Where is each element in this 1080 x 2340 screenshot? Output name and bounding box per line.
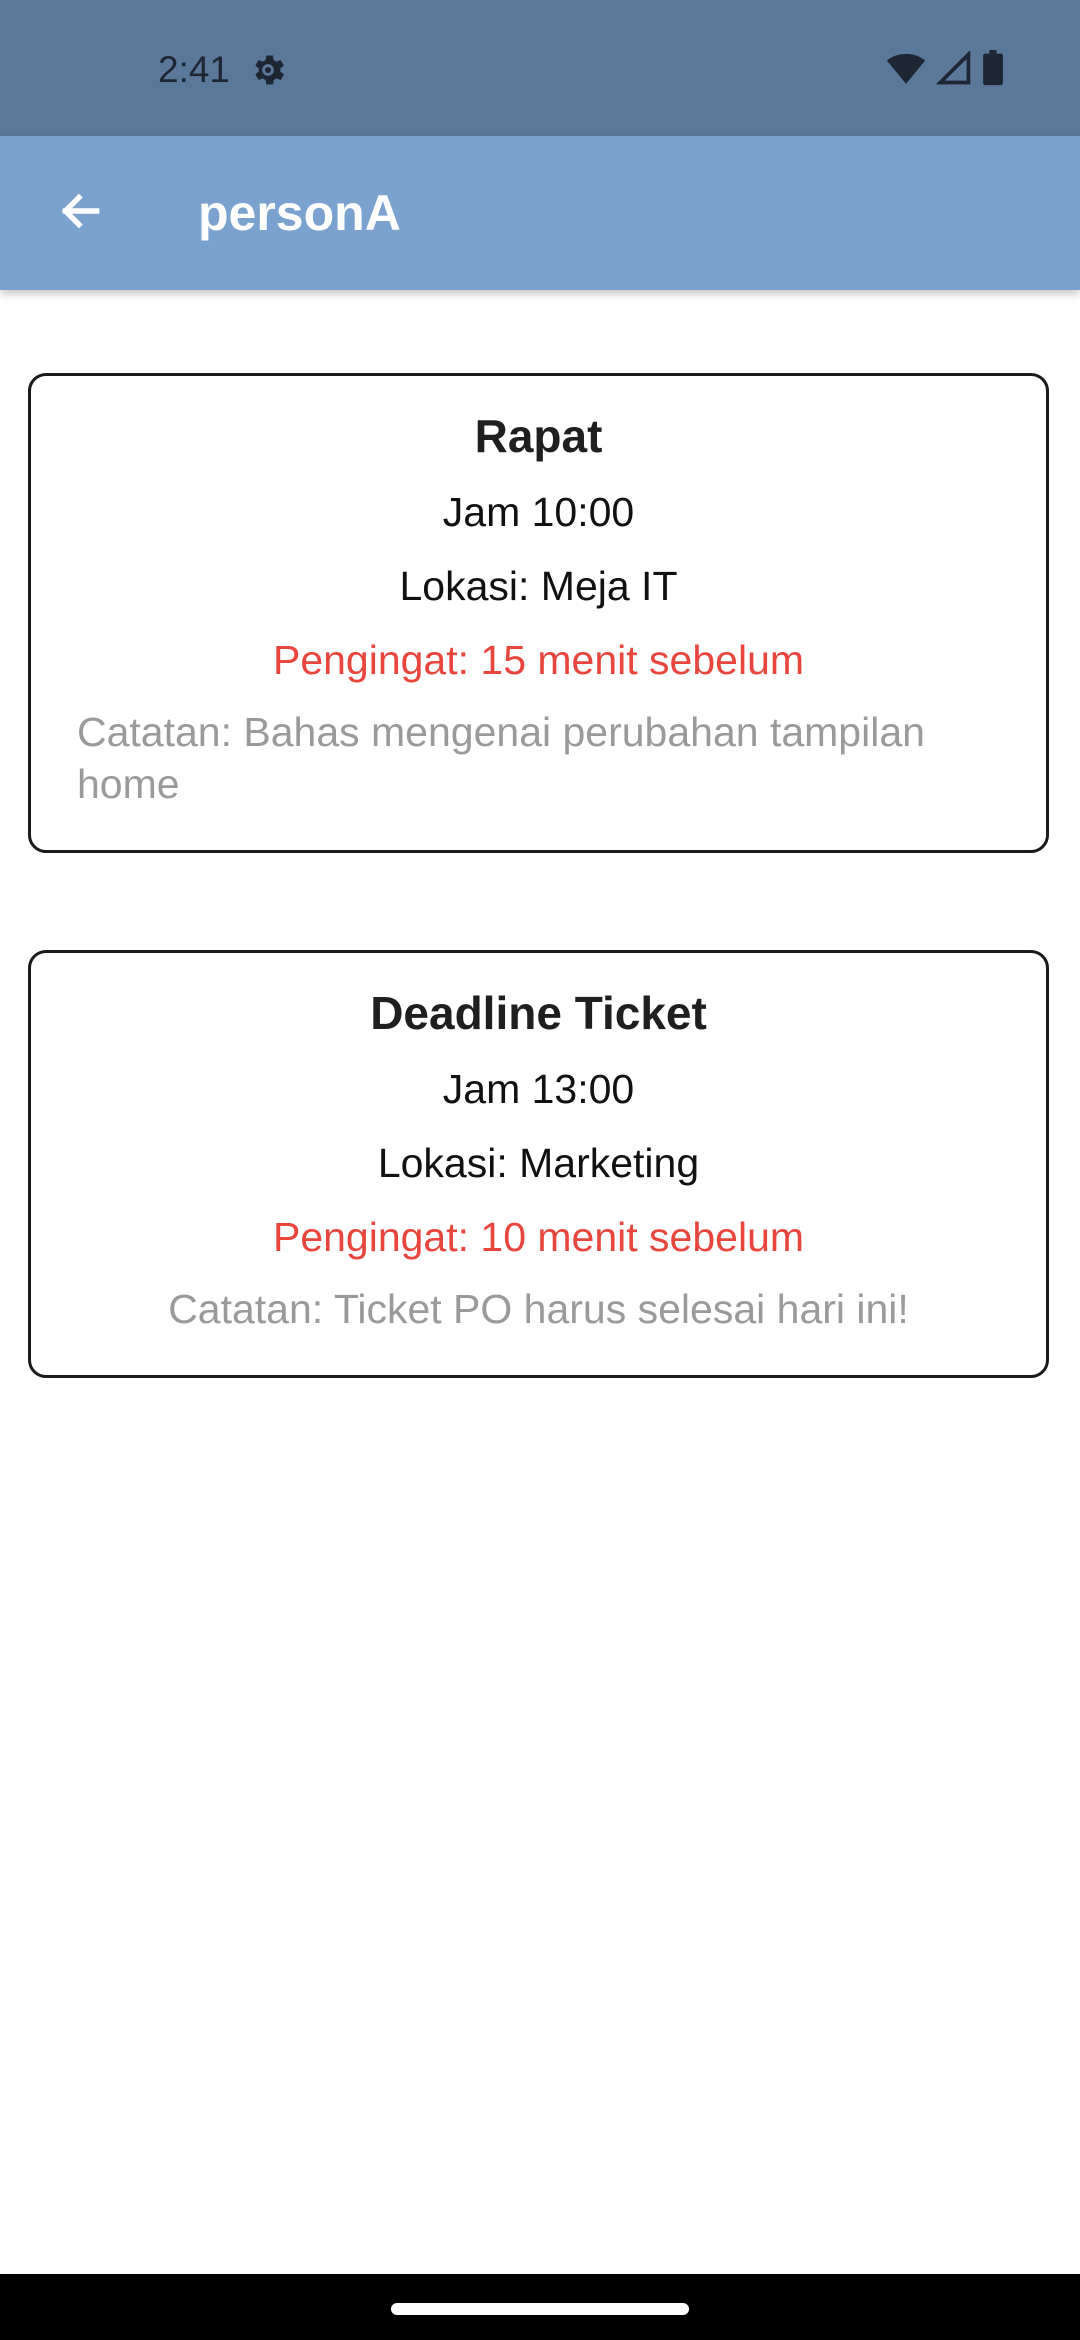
system-nav-bar [0,2274,1080,2340]
event-title: Deadline Ticket [370,987,707,1039]
event-location: Lokasi: Marketing [377,1140,700,1186]
event-card[interactable]: Deadline Ticket Jam 13:00 Lokasi: Market… [28,950,1049,1378]
event-card[interactable]: Rapat Jam 10:00 Lokasi: Meja IT Penginga… [28,373,1049,853]
event-title: Rapat [474,410,603,462]
event-location: Lokasi: Meja IT [399,563,678,609]
status-time: 2:41 [158,49,231,90]
battery-icon [982,49,1004,91]
home-gesture-handle[interactable] [391,2303,689,2315]
cell-signal-icon [935,49,972,90]
wifi-icon [886,51,926,90]
app-bar: personA [0,136,1080,290]
event-time: Jam 13:00 [442,1066,635,1112]
status-icons [886,49,1004,91]
event-reminder: Pengingat: 10 menit sebelum [272,1214,805,1260]
back-button[interactable] [40,173,120,253]
event-note: Catatan: Ticket PO harus selesai hari in… [168,1286,909,1332]
event-time: Jam 10:00 [442,489,635,535]
status-bar: 2:41 [0,0,1080,136]
settings-gear-icon [248,50,288,90]
arrow-left-icon [55,186,105,241]
page-title: personA [198,185,401,241]
event-reminder: Pengingat: 15 menit sebelum [272,637,805,683]
event-note: Catatan: Bahas mengenai perubahan tampil… [77,709,925,807]
